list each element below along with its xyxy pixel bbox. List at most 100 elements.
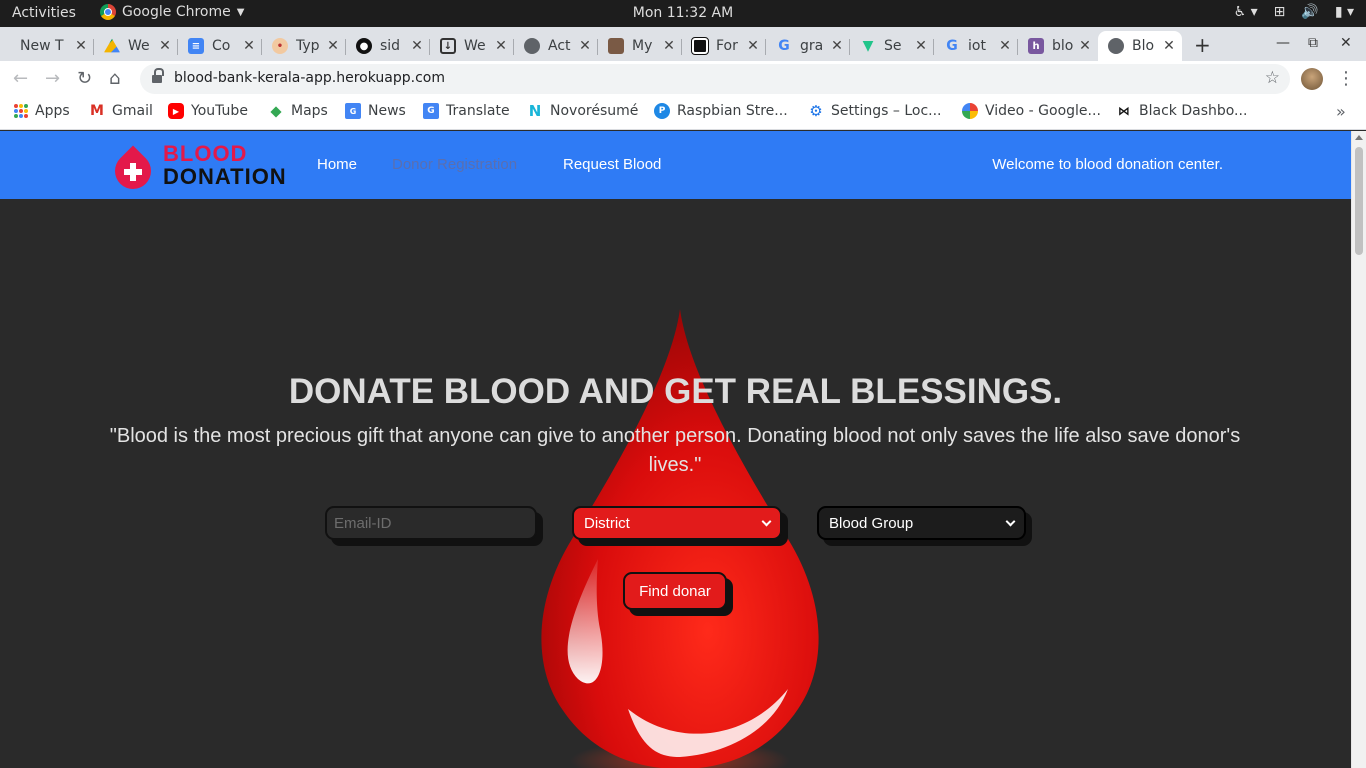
close-icon[interactable]: ✕ — [830, 38, 844, 54]
network-icon[interactable]: ⊞ — [1274, 4, 1286, 20]
bookmark-youtube[interactable]: ▶ YouTube — [168, 103, 248, 119]
google-translate-icon: G — [423, 103, 439, 119]
clock[interactable]: Mon 11:32 AM — [633, 5, 733, 21]
bookmark-label: YouTube — [191, 103, 248, 119]
bookmark-raspbian[interactable]: P Raspbian Stre... — [654, 103, 788, 119]
site-logo[interactable]: BLOOD DONATION — [107, 141, 287, 197]
tab[interactable]: • Typ ✕ — [262, 31, 346, 61]
tab-title: We — [128, 38, 150, 54]
tab-title: sid — [380, 38, 401, 54]
close-icon[interactable]: ✕ — [1162, 38, 1176, 54]
district-select[interactable]: District — [572, 506, 782, 540]
chrome-icon — [100, 4, 116, 20]
gmail-icon: M — [90, 103, 104, 119]
tab[interactable]: h blo ✕ — [1018, 31, 1098, 61]
new-tab-button[interactable]: + — [1194, 33, 1211, 57]
tab[interactable]: Act ✕ — [514, 31, 598, 61]
find-donor-button[interactable]: Find donar — [623, 572, 727, 610]
activities-button[interactable]: Activities — [12, 5, 76, 21]
minimize-button[interactable]: — — [1276, 35, 1290, 51]
tab[interactable]: ↓ We ✕ — [430, 31, 514, 61]
bookmark-news[interactable]: G News — [345, 103, 406, 119]
tab[interactable]: G gra ✕ — [766, 31, 850, 61]
url-text[interactable]: blood-bank-kerala-app.herokuapp.com — [174, 70, 445, 86]
hero-quote: "Blood is the most precious gift that an… — [109, 425, 1241, 476]
bookmark-video[interactable]: Video - Google... — [962, 103, 1101, 119]
blood-group-select[interactable]: Blood Group — [817, 506, 1026, 540]
bowtie-icon: ⋈ — [1118, 104, 1130, 118]
back-button[interactable]: ← — [13, 68, 28, 89]
bookmark-novoresume[interactable]: N Novorésumé — [527, 102, 639, 120]
logo-line-1: BLOOD — [163, 141, 248, 166]
bookmarks-bar: Apps M Gmail ▶ YouTube ⬥ Maps G News G T… — [0, 97, 1366, 130]
system-tray[interactable]: ♿ ▾ ⊞ 🔊 ▮ ▾ — [1234, 4, 1354, 20]
bookmark-gmail[interactable]: M Gmail — [89, 103, 153, 119]
maximize-button[interactable]: ⧉ — [1308, 35, 1318, 51]
nav-request-blood[interactable]: Request Blood — [563, 156, 661, 173]
close-icon[interactable]: ✕ — [914, 38, 928, 54]
tab-strip: New T ✕ We ✕ ≡ Co ✕ • Typ ✕ ● sid ✕ ↓ We… — [0, 27, 1366, 61]
chevron-double-right-icon[interactable]: » — [1336, 102, 1346, 121]
globe-icon — [524, 38, 540, 54]
close-icon[interactable]: ✕ — [242, 38, 256, 54]
browser-toolbar: ← → ↻ ⌂ blood-bank-kerala-app.herokuapp.… — [0, 61, 1366, 97]
tab[interactable]: For ✕ — [682, 31, 766, 61]
nav-home[interactable]: Home — [317, 156, 357, 173]
scroll-up-arrow-icon[interactable] — [1355, 135, 1363, 140]
bookmark-settings[interactable]: ⚙ Settings – Loc... — [808, 102, 941, 120]
tab[interactable]: My ✕ — [598, 31, 682, 61]
reload-button[interactable]: ↻ — [77, 68, 92, 89]
tab-active[interactable]: Blo ✕ — [1098, 31, 1182, 61]
tab[interactable]: ≡ Co ✕ — [178, 31, 262, 61]
home-button[interactable]: ⌂ — [109, 68, 120, 89]
lock-icon[interactable] — [152, 68, 164, 83]
close-icon[interactable]: ✕ — [494, 38, 508, 54]
forward-button[interactable]: → — [45, 68, 60, 89]
app-name: Google Chrome — [122, 4, 231, 20]
email-input[interactable] — [325, 506, 537, 540]
accessibility-icon[interactable]: ♿ ▾ — [1234, 4, 1258, 20]
nav-donor-registration[interactable]: Donor Registration — [392, 156, 517, 173]
tab[interactable]: ▼ Se ✕ — [850, 31, 934, 61]
close-icon[interactable]: ✕ — [410, 38, 424, 54]
bookmark-label: News — [368, 103, 406, 119]
tab[interactable]: ● sid ✕ — [346, 31, 430, 61]
battery-icon[interactable]: ▮ ▾ — [1335, 4, 1354, 20]
profile-avatar[interactable] — [1301, 68, 1323, 90]
volume-icon[interactable]: 🔊 — [1301, 4, 1318, 20]
tab[interactable]: We ✕ — [94, 31, 178, 61]
tab-title: gra — [800, 38, 824, 54]
avatar-character-icon: • — [272, 38, 288, 54]
tab[interactable]: New T ✕ — [10, 31, 94, 61]
bookmark-star-icon[interactable]: ☆ — [1265, 68, 1280, 88]
scrollbar-thumb[interactable] — [1355, 147, 1363, 255]
page-scrollbar[interactable] — [1351, 131, 1366, 768]
tab-title: iot — [968, 38, 986, 54]
tab[interactable]: G iot ✕ — [934, 31, 1018, 61]
app-menu[interactable]: Google Chrome ▼ — [100, 4, 244, 20]
close-icon[interactable]: ✕ — [326, 38, 340, 54]
close-icon[interactable]: ✕ — [1078, 38, 1092, 54]
close-icon[interactable]: ✕ — [998, 38, 1012, 54]
bookmark-label: Translate — [446, 103, 510, 119]
gear-icon: ⚙ — [809, 102, 823, 120]
close-icon[interactable]: ✕ — [158, 38, 172, 54]
menu-kebab-icon[interactable]: ⋮ — [1337, 68, 1355, 89]
close-icon[interactable]: ✕ — [662, 38, 676, 54]
youtube-icon: ▶ — [168, 103, 184, 119]
bookmark-maps[interactable]: ⬥ Maps — [268, 102, 328, 120]
bookmark-apps[interactable]: Apps — [14, 103, 70, 119]
heroku-icon: h — [1028, 38, 1044, 54]
close-icon[interactable]: ✕ — [746, 38, 760, 54]
pinwheel-icon — [962, 103, 978, 119]
district-select-value: District — [584, 514, 630, 532]
address-bar[interactable]: blood-bank-kerala-app.herokuapp.com ☆ — [140, 64, 1290, 94]
bookmark-translate[interactable]: G Translate — [423, 103, 510, 119]
close-icon[interactable]: ✕ — [578, 38, 592, 54]
close-icon[interactable]: ✕ — [74, 38, 88, 54]
tab-title: blo — [1052, 38, 1074, 54]
tab-title: For — [716, 38, 738, 54]
close-window-button[interactable]: ✕ — [1340, 35, 1352, 51]
bookmark-black-dashboard[interactable]: ⋈ Black Dashbo... — [1116, 103, 1247, 119]
download-icon: ↓ — [440, 38, 456, 54]
